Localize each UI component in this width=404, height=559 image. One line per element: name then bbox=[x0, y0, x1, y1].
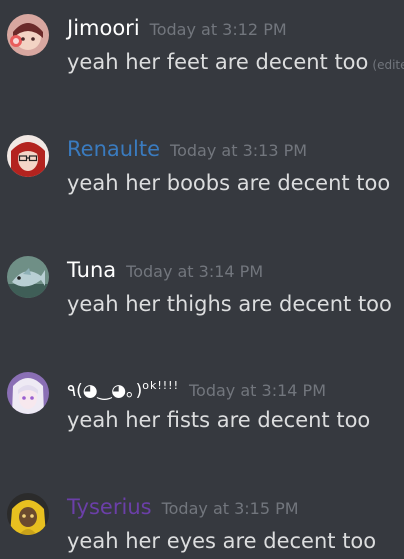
edited-label: (edited) bbox=[372, 58, 404, 72]
username[interactable]: Tuna bbox=[67, 258, 116, 282]
message-item: ٩(◕‿◕｡)ok!!!! Today at 3:14 PM yeah her f… bbox=[0, 372, 404, 452]
message-item: Tyserius Today at 3:15 PM yeah her eyes a… bbox=[0, 493, 404, 559]
avatar[interactable] bbox=[7, 493, 49, 535]
timestamp: Today at 3:12 PM bbox=[149, 20, 287, 39]
red-hair-glasses-avatar-icon bbox=[7, 135, 49, 177]
avatar[interactable] bbox=[7, 14, 49, 56]
timestamp: Today at 3:13 PM bbox=[170, 141, 308, 160]
timestamp: Today at 3:15 PM bbox=[161, 499, 299, 518]
username[interactable]: Renaulte bbox=[67, 137, 160, 161]
avatar[interactable] bbox=[7, 135, 49, 177]
username[interactable]: ٩(◕‿◕｡)ok!!!! bbox=[67, 379, 179, 401]
message-content: yeah her eyes are decent too bbox=[67, 529, 377, 553]
chat-message-list: Jimoori Today at 3:12 PM yeah her feet ar… bbox=[0, 0, 404, 559]
white-hair-anime-avatar-icon bbox=[7, 372, 49, 414]
message-content: yeah her boobs are decent too bbox=[67, 171, 391, 195]
username-suffix: ok!!!! bbox=[142, 379, 179, 392]
timestamp: Today at 3:14 PM bbox=[126, 262, 264, 281]
message-content: yeah her fists are decent too bbox=[67, 408, 371, 432]
message-content: yeah her feet are decent too bbox=[67, 50, 369, 74]
timestamp: Today at 3:14 PM bbox=[189, 381, 326, 400]
message-item: Jimoori Today at 3:12 PM yeah her feet ar… bbox=[0, 14, 404, 94]
fish-avatar-icon bbox=[7, 256, 49, 298]
message-item: Renaulte Today at 3:13 PM yeah her boobs … bbox=[0, 135, 404, 215]
avatar[interactable] bbox=[7, 372, 49, 414]
message-item: Tuna Today at 3:14 PM yeah her thighs are… bbox=[0, 256, 404, 336]
message-content: yeah her thighs are decent too bbox=[67, 292, 392, 316]
avatar[interactable] bbox=[7, 256, 49, 298]
username[interactable]: Jimoori bbox=[67, 16, 140, 40]
username[interactable]: Tyserius bbox=[67, 495, 152, 519]
anime-girl-headphones-avatar-icon bbox=[7, 14, 49, 56]
username-kaomoji: ٩(◕‿◕｡) bbox=[67, 381, 143, 401]
yellow-hood-avatar-icon bbox=[7, 493, 49, 535]
